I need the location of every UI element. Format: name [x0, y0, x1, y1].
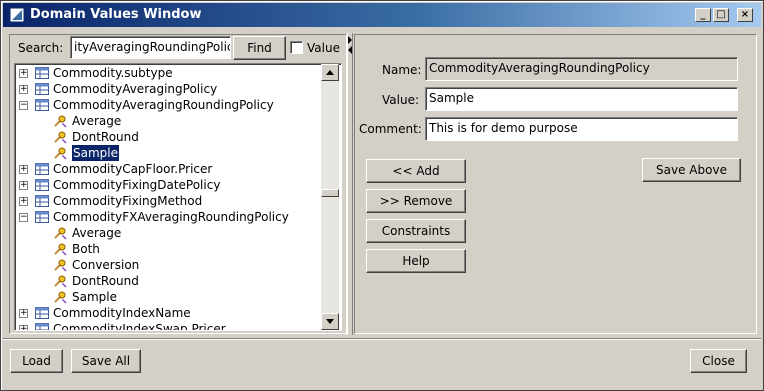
expand-toggle-icon[interactable]: +	[19, 181, 28, 190]
tree-leaf-label: Sample	[72, 290, 117, 304]
table-icon	[35, 195, 49, 207]
value-checkbox-label: Value	[307, 41, 340, 55]
expand-toggle-icon[interactable]: +	[19, 309, 28, 318]
maximize-button[interactable]: □	[713, 8, 729, 22]
tree-node-label: CommodityAveragingPolicy	[53, 82, 218, 96]
tree-leaf-label: DontRound	[72, 274, 139, 288]
comment-label: Comment:	[359, 122, 422, 136]
tree-node-label: CommodityIndexName	[53, 306, 191, 320]
table-icon	[35, 99, 49, 111]
name-label: Name:	[382, 63, 422, 77]
value-leaf-icon	[54, 275, 67, 287]
value-leaf-icon	[54, 147, 67, 159]
table-icon	[35, 323, 49, 330]
table-icon	[35, 211, 49, 223]
expand-toggle-icon[interactable]: +	[19, 325, 28, 330]
scroll-down-button[interactable]	[321, 313, 339, 330]
footer-separator	[3, 338, 761, 340]
tree-node-label: CommodityAveragingRoundingPolicy	[53, 98, 274, 112]
constraints-button[interactable]: Constraints	[366, 219, 466, 243]
table-icon	[35, 67, 49, 79]
minimize-button[interactable]: _	[695, 8, 711, 22]
expand-toggle-icon[interactable]: +	[19, 85, 28, 94]
find-button[interactable]: Find	[233, 36, 286, 60]
arrow-up-icon	[326, 70, 334, 75]
comment-field[interactable]: This is for demo purpose	[425, 117, 738, 141]
value-checkbox[interactable]	[290, 41, 303, 54]
search-label: Search:	[18, 41, 64, 55]
tree-leaf-label: Conversion	[72, 258, 140, 272]
tree-leaf-label: Average	[72, 114, 122, 128]
value-field[interactable]: Sample	[425, 87, 738, 111]
tree-node-label: CommodityCapFloor.Pricer	[53, 162, 213, 176]
value-leaf-icon	[54, 243, 67, 255]
domain-values-window: Domain Values Window _ □ × Search: ityAv…	[0, 0, 764, 391]
scroll-thumb[interactable]	[321, 189, 339, 197]
split-divider[interactable]	[347, 33, 353, 335]
value-leaf-icon	[54, 291, 67, 303]
tree-scrollbar[interactable]	[321, 64, 339, 330]
expand-toggle-icon[interactable]: +	[19, 69, 28, 78]
expand-toggle-icon[interactable]: +	[19, 165, 28, 174]
table-icon	[35, 83, 49, 95]
add-button[interactable]: << Add	[366, 159, 466, 183]
table-icon	[35, 179, 49, 191]
close-window-button[interactable]: ×	[737, 8, 753, 22]
table-icon	[35, 307, 49, 319]
table-icon	[35, 163, 49, 175]
value-label: Value:	[382, 93, 419, 107]
value-leaf-icon	[54, 131, 67, 143]
close-button[interactable]: Close	[690, 349, 747, 373]
tree-leaf-label: DontRound	[72, 130, 139, 144]
tree-node-label: CommodityFXAveragingRoundingPolicy	[53, 210, 289, 224]
save-all-button[interactable]: Save All	[71, 349, 141, 373]
value-leaf-icon	[54, 115, 67, 127]
domain-tree[interactable]: + Commodity.subtype + CommodityAveragingPol…	[14, 63, 342, 331]
scroll-up-button[interactable]	[321, 64, 339, 81]
arrow-down-icon	[326, 319, 334, 324]
app-icon	[9, 7, 25, 23]
title-bar[interactable]: Domain Values Window _ □ ×	[3, 3, 761, 27]
tree-leaf-label: Both	[72, 242, 100, 256]
tree-node-label: CommodityIndexSwap.Pricer	[53, 322, 226, 331]
save-above-button[interactable]: Save Above	[642, 158, 741, 182]
load-button[interactable]: Load	[10, 349, 63, 373]
search-input[interactable]: ityAveragingRoundingPolicy	[70, 36, 231, 59]
tree-leaf-label: Average	[72, 226, 122, 240]
window-title: Domain Values Window	[30, 7, 202, 22]
help-button[interactable]: Help	[366, 249, 466, 273]
value-leaf-icon	[54, 259, 67, 271]
tree-node-label: Commodity.subtype	[53, 66, 173, 80]
tree-node-label: CommodityFixingMethod	[53, 194, 203, 208]
selected-leaf-label: Sample	[71, 144, 120, 162]
expand-toggle-icon[interactable]: +	[19, 197, 28, 206]
tree-node-label: CommodityFixingDatePolicy	[53, 178, 221, 192]
collapse-toggle-icon[interactable]: −	[19, 101, 28, 110]
collapse-arrows-icon[interactable]	[347, 35, 353, 55]
collapse-toggle-icon[interactable]: −	[19, 213, 28, 222]
remove-button[interactable]: >> Remove	[366, 189, 466, 213]
value-leaf-icon	[54, 227, 67, 239]
name-field: CommodityAveragingRoundingPolicy	[425, 57, 738, 81]
